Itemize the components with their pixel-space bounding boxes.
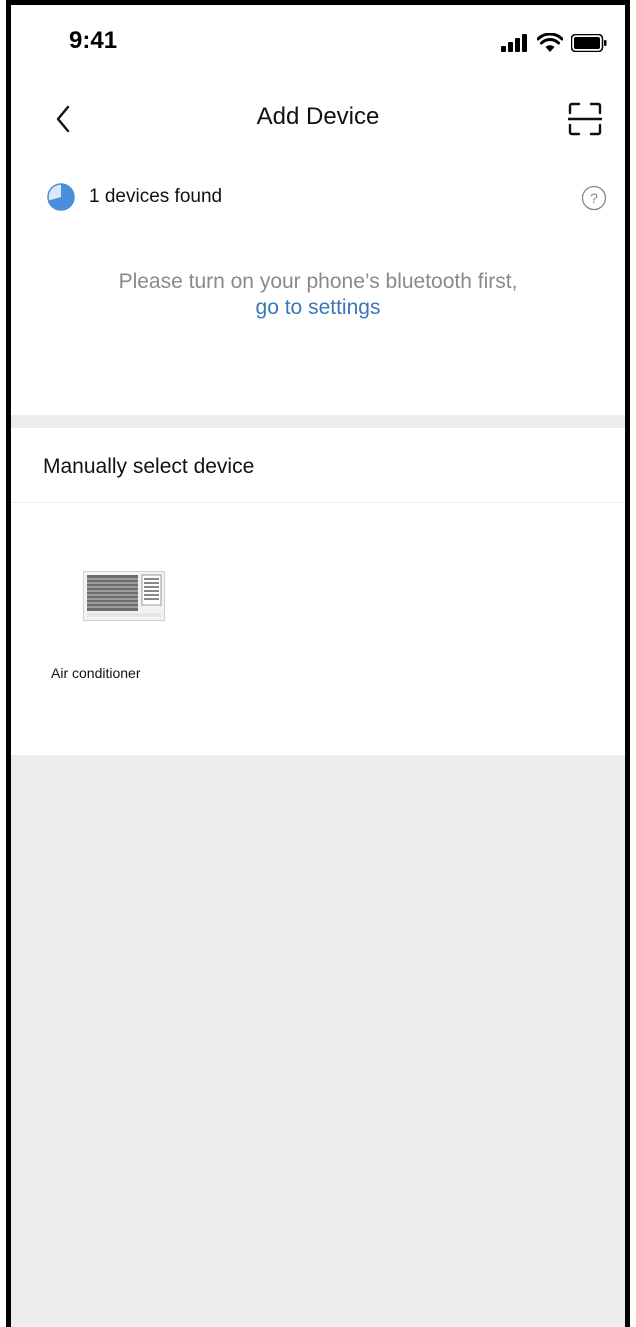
page-title: Add Device: [256, 103, 380, 130]
air-conditioner-icon: [83, 571, 165, 621]
nav-bar: Add Device: [11, 75, 625, 165]
go-to-settings-link[interactable]: go to settings: [11, 295, 625, 321]
device-tile-air-conditioner[interactable]: Air conditioner: [51, 559, 201, 699]
scan-icon: [568, 102, 602, 136]
phone-frame: 9:41 Add Device 1 devices found ? Please…: [6, 0, 630, 1327]
scan-progress-icon: [47, 183, 75, 211]
devices-found-row: 1 devices found ?: [11, 165, 625, 235]
svg-text:?: ?: [590, 190, 598, 206]
manual-select-header: Manually select device: [11, 428, 625, 503]
wifi-icon: [537, 33, 563, 52]
question-circle-icon[interactable]: ?: [581, 185, 607, 211]
status-time: 9:41: [69, 27, 118, 54]
manual-select-title: Manually select device: [43, 455, 255, 478]
bluetooth-message: Please turn on your phone’s bluetooth fi…: [11, 269, 625, 321]
bluetooth-message-text: Please turn on your phone’s bluetooth fi…: [118, 270, 518, 293]
device-label: Air conditioner: [51, 665, 141, 681]
devices-found-text: 1 devices found: [89, 186, 223, 207]
battery-icon: [571, 33, 607, 52]
status-bar: 9:41: [11, 5, 625, 75]
status-icons: [501, 33, 607, 52]
signal-icon: [501, 33, 527, 52]
device-grid: Air conditioner: [11, 503, 625, 755]
bluetooth-prompt: Please turn on your phone’s bluetooth fi…: [11, 235, 625, 415]
scan-qr-button[interactable]: [563, 97, 607, 141]
